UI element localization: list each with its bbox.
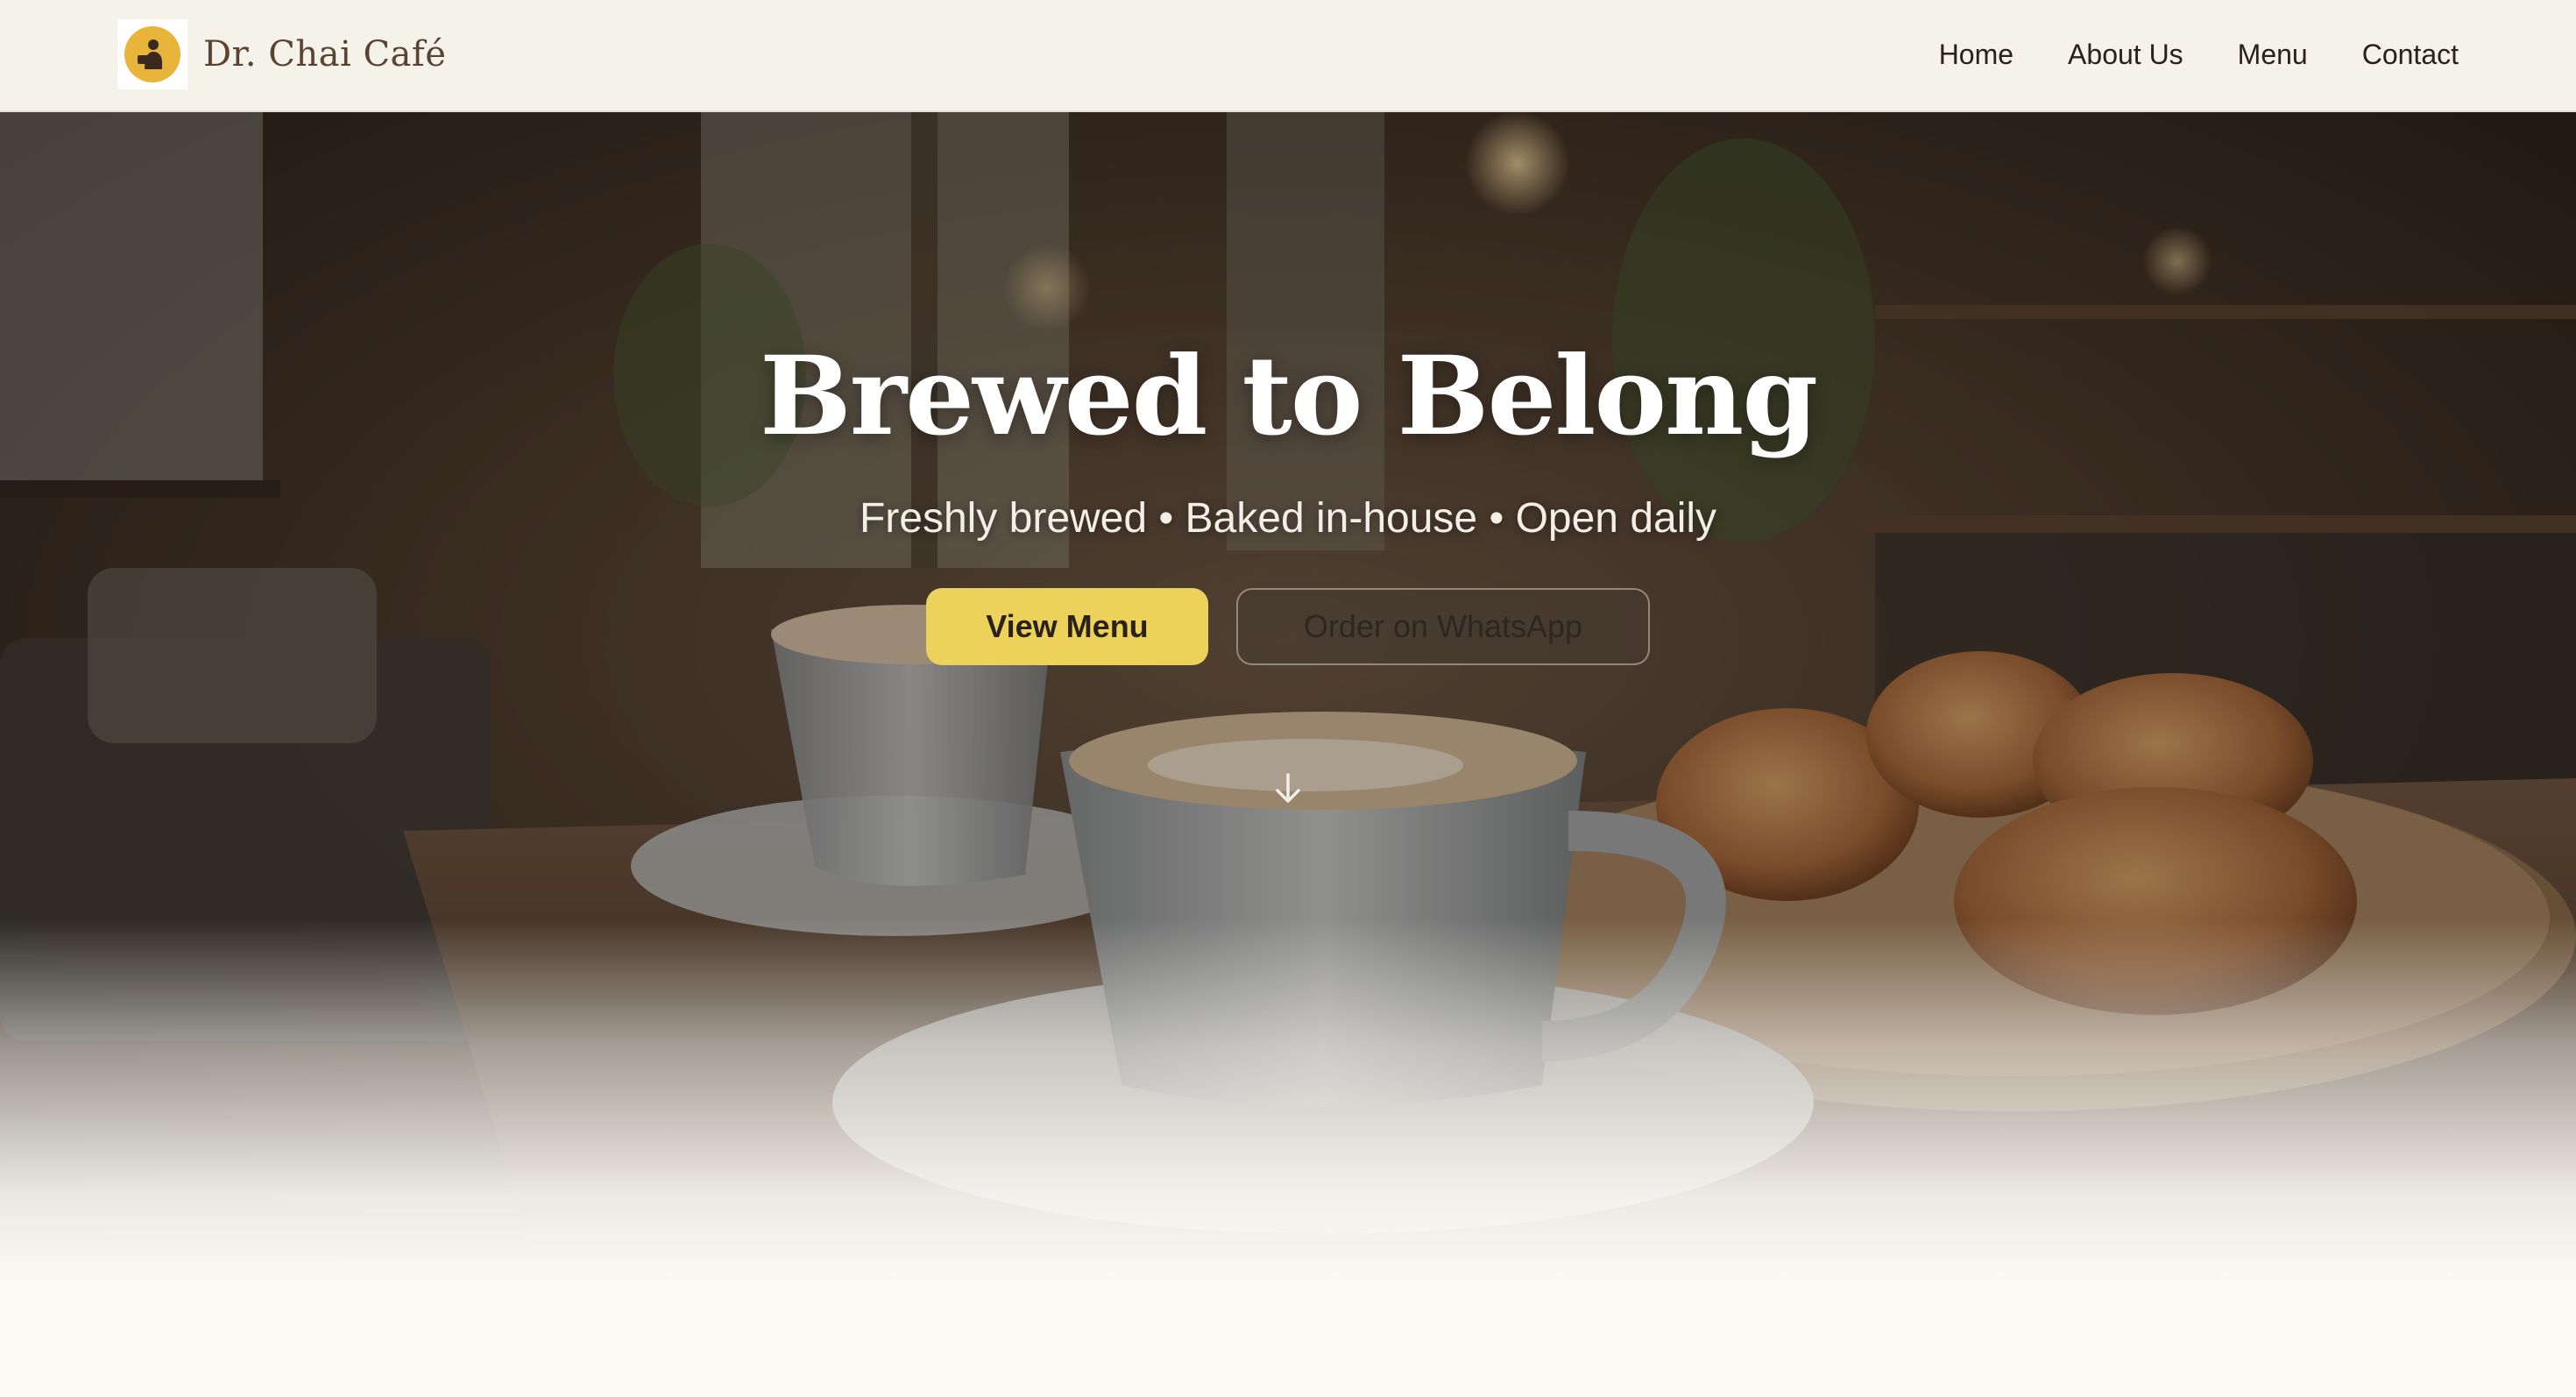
- arrow-down-icon[interactable]: [1270, 771, 1306, 806]
- hero-section: Brewed to Belong Freshly brewed • Baked …: [0, 112, 2576, 1287]
- logo[interactable]: [117, 19, 188, 89]
- nav-home[interactable]: Home: [1939, 39, 2013, 71]
- hero-subtitle: Freshly brewed • Baked in-house • Open d…: [859, 495, 1717, 542]
- nav-menu[interactable]: Menu: [2238, 39, 2308, 71]
- chai-cafe-logo-icon: [124, 26, 180, 82]
- nav-contact[interactable]: Contact: [2362, 39, 2459, 71]
- main-nav: Home About Us Menu Contact: [1939, 0, 2459, 109]
- hero-actions: View Menu Order on WhatsApp: [0, 588, 2576, 665]
- hero-content: Brewed to Belong Freshly brewed • Baked …: [0, 331, 2576, 665]
- hero-bottom-fade: [0, 918, 2576, 1287]
- nav-about-us[interactable]: About Us: [2068, 39, 2183, 71]
- site-header: Dr. Chai Café Home About Us Menu Contact: [0, 0, 2576, 112]
- hero-title: Brewed to Belong: [759, 333, 1818, 460]
- brand-name[interactable]: Dr. Chai Café: [203, 34, 446, 74]
- view-menu-button[interactable]: View Menu: [926, 588, 1208, 665]
- order-whatsapp-button[interactable]: Order on WhatsApp: [1236, 588, 1650, 665]
- brand[interactable]: Dr. Chai Café: [117, 19, 446, 89]
